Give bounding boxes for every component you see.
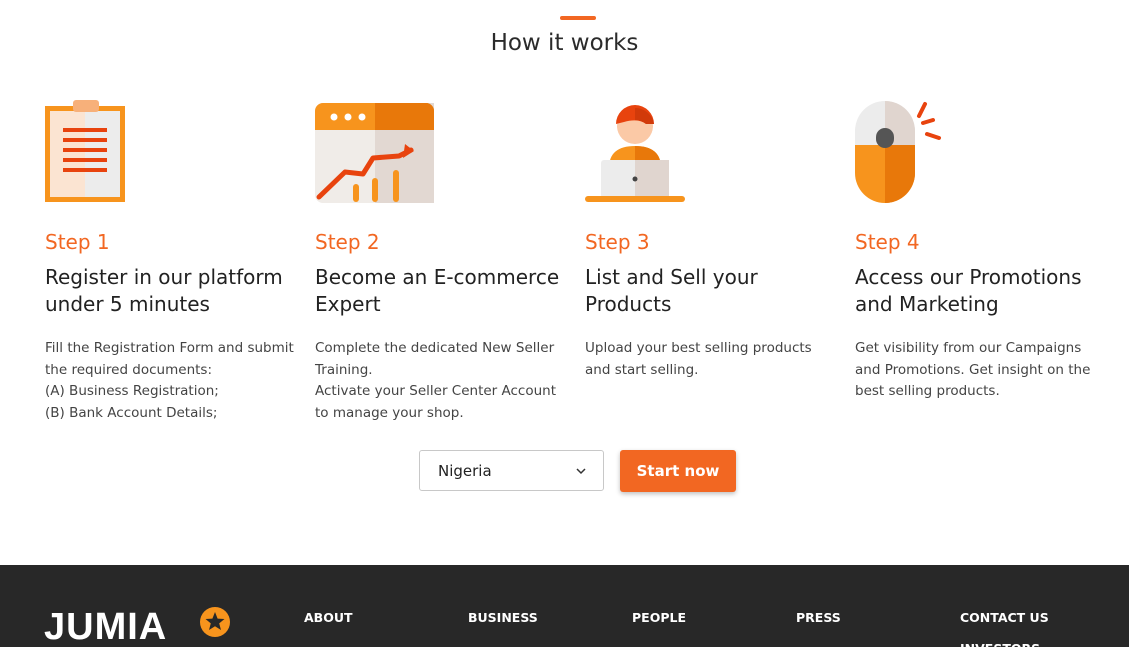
jumia-logo[interactable]: JUMIA <box>44 607 167 647</box>
step-label: Step 4 <box>855 230 920 254</box>
step-card-3: Step 3 List and Sell your Products Uploa… <box>585 100 835 381</box>
footer-link-investors[interactable]: INVESTORS <box>960 641 1040 656</box>
footer: JUMIA ABOUT BUSINESS PEOPLE PRESS CONTAC… <box>0 565 1129 656</box>
description-line: Get visibility from our Campaigns and Pr… <box>855 340 1091 400</box>
step-heading: Become an E-commerce Expert <box>315 265 560 316</box>
footer-link-business[interactable]: BUSINESS <box>468 610 538 625</box>
footer-link-about[interactable]: ABOUT <box>304 610 353 625</box>
step-card-2: Step 2 Become an E-commerce Expert Compl… <box>315 100 565 425</box>
footer-link-contact-us[interactable]: CONTACT US <box>960 610 1049 625</box>
star-logo-icon <box>200 607 230 637</box>
step-heading: Access our Promotions and Marketing <box>855 265 1082 316</box>
country-select-value: Nigeria <box>438 462 492 480</box>
step-description: Upload your best selling products and st… <box>585 338 835 381</box>
description-line: (A) Business Registration; <box>45 383 219 400</box>
description-line: Activate your Seller Center Account to m… <box>315 383 557 422</box>
title-accent-bar <box>560 16 596 20</box>
step-heading: Register in our platform under 5 minutes <box>45 265 283 316</box>
growth-chart-icon <box>315 100 445 204</box>
step-heading: List and Sell your Products <box>585 265 758 316</box>
mouse-click-icon <box>855 100 985 204</box>
step-label: Step 1 <box>45 230 110 254</box>
description-line: (B) Bank Account Details; <box>45 405 218 422</box>
clipboard-icon <box>45 100 175 204</box>
footer-link-press[interactable]: PRESS <box>796 610 841 625</box>
section-title: How it works <box>490 30 639 56</box>
description-line: Upload your best selling products and st… <box>585 340 812 378</box>
description-line: Fill the Registration Form and submit th… <box>45 340 294 378</box>
step-label: Step 2 <box>315 230 380 254</box>
step-card-1: Step 1 Register in our platform under 5 … <box>45 100 295 425</box>
footer-link-people[interactable]: PEOPLE <box>632 610 686 625</box>
step-label: Step 3 <box>585 230 650 254</box>
seller-laptop-icon <box>585 100 715 204</box>
description-line: Complete the dedicated New Seller Traini… <box>315 340 555 378</box>
step-description: Get visibility from our Campaigns and Pr… <box>855 338 1105 403</box>
chevron-down-icon <box>576 468 586 475</box>
step-description: Complete the dedicated New Seller Traini… <box>315 338 565 425</box>
step-description: Fill the Registration Form and submit th… <box>45 338 295 425</box>
step-card-4: Step 4 Access our Promotions and Marketi… <box>855 100 1105 403</box>
start-now-button[interactable]: Start now <box>620 450 736 492</box>
country-select[interactable]: Nigeria <box>419 450 604 491</box>
